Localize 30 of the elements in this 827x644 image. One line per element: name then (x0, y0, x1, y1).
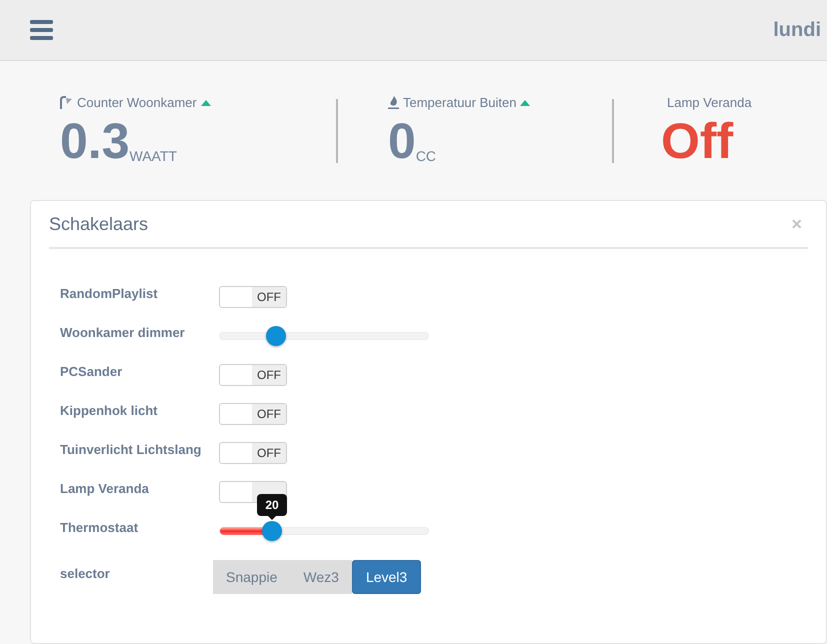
stat-unit: WAATT (130, 149, 177, 164)
slider-handle[interactable] (266, 326, 286, 346)
switch-state: OFF (252, 364, 286, 384)
stat-unit: CC (416, 149, 436, 164)
toggle-switch[interactable]: OFF (219, 402, 287, 424)
stat-label: Temperatuur Buiten (403, 94, 516, 112)
row-label: RandomPlaylist (60, 284, 159, 303)
row-label: PCSander (60, 362, 124, 381)
toggle-switch[interactable]: OFF (219, 286, 287, 308)
toggle-switch[interactable]: OFF (219, 364, 287, 386)
row-label: Kippenhok licht (60, 402, 158, 420)
switch-state: OFF (252, 404, 286, 424)
stat-value: 0 (388, 116, 416, 166)
toggle-switch[interactable]: OFF (219, 442, 287, 464)
row-label: Woonkamer dimmer (60, 324, 186, 342)
selector-option[interactable]: Level3 (352, 560, 422, 594)
stat-label: Counter Woonkamer (77, 94, 197, 112)
switch-state: OFF (252, 286, 286, 306)
stat-value: 0.3 (60, 116, 130, 166)
row-label: selector (60, 565, 111, 584)
day-label: lundi (773, 18, 821, 43)
slider-handle[interactable] (262, 520, 282, 540)
stat-label: Lamp Veranda (667, 94, 752, 112)
stat-value: Off (661, 116, 734, 166)
row-label: Thermostaat (60, 518, 140, 537)
switch-state: OFF (252, 442, 286, 462)
row-label: Lamp Veranda (60, 480, 150, 498)
row-label: Tuinverlicht Lichtslang (60, 440, 202, 459)
menu-icon[interactable] (30, 20, 53, 40)
panel-title: Schakelaars (49, 212, 148, 236)
